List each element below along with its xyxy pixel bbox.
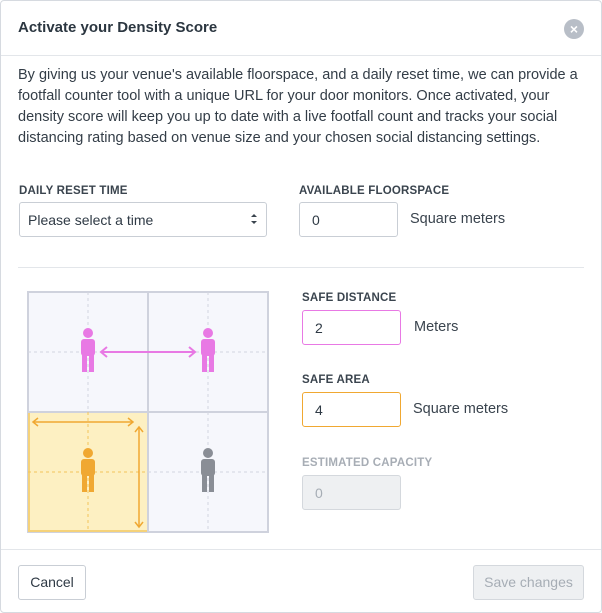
safe-area-label: SAFE AREA [302,374,370,386]
daily-reset-time-label: DAILY RESET TIME [19,185,128,197]
safe-distance-input[interactable]: 2 [302,310,401,345]
modal-title: Activate your Density Score [18,19,218,36]
section-divider [18,267,584,268]
save-changes-button[interactable]: Save changes [473,565,584,600]
close-icon[interactable]: × [564,19,584,39]
floorspace-unit: Square meters [410,211,506,227]
safe-distance-label: SAFE DISTANCE [302,292,397,304]
social-distancing-diagram [27,291,269,533]
daily-reset-time-select[interactable]: Please select a time [19,202,267,237]
modal-footer: Cancel Save changes [1,549,601,613]
cancel-button[interactable]: Cancel [18,565,86,600]
safe-area-input[interactable]: 4 [302,392,401,427]
estimated-capacity-value: 0 [315,485,323,501]
safe-area-unit: Square meters [413,401,509,417]
safe-area-value: 4 [315,402,323,418]
safe-distance-value: 2 [315,320,323,336]
estimated-capacity-input: 0 [302,475,401,510]
modal-header: Activate your Density Score × [1,1,601,56]
select-arrows-icon [251,214,257,224]
estimated-capacity-label: ESTIMATED CAPACITY [302,457,433,469]
safe-distance-unit: Meters [414,319,459,335]
daily-reset-time-value: Please select a time [28,212,154,228]
available-floorspace-label: AVAILABLE FLOORSPACE [299,185,450,197]
intro-text: By giving us your venue's available floo… [18,67,578,146]
density-score-modal: Activate your Density Score × By giving … [0,0,602,613]
floorspace-value: 0 [312,212,320,228]
floorspace-input[interactable]: 0 [299,202,398,237]
